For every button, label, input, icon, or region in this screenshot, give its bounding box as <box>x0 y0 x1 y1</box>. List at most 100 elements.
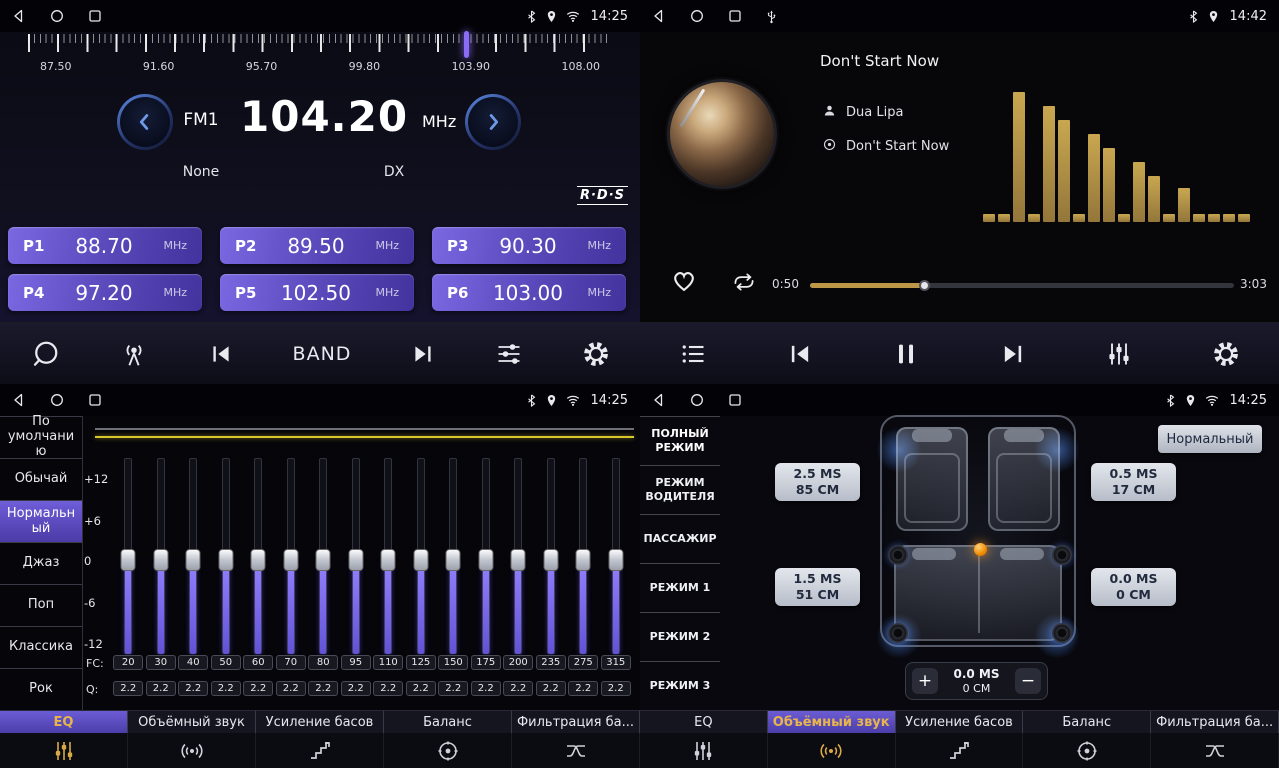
eq-preset-default[interactable]: По умолчанию <box>0 417 82 459</box>
audio-mixer-button[interactable] <box>495 340 523 368</box>
listener-position-dot[interactable] <box>974 543 987 556</box>
back-button[interactable] <box>12 9 26 23</box>
eq-band-slider[interactable] <box>535 458 568 654</box>
tab-eq[interactable]: EQ <box>640 711 768 734</box>
tab-filter[interactable]: Фильтрация ба... <box>512 711 640 734</box>
home-button[interactable] <box>50 393 64 407</box>
equalizer-button[interactable] <box>1105 340 1133 368</box>
speaker-rear-right[interactable] <box>1052 623 1072 643</box>
slider-handle[interactable] <box>186 549 201 571</box>
slider-handle[interactable] <box>283 549 298 571</box>
tab-surround[interactable]: Объёмный звук <box>128 711 256 734</box>
favorite-button[interactable] <box>670 266 698 298</box>
eq-preset-jazz[interactable]: Джаз <box>0 543 82 585</box>
eq-preset-pop[interactable]: Поп <box>0 585 82 627</box>
home-button[interactable] <box>50 9 64 23</box>
preset-button-p1[interactable]: P188.70MHz <box>8 227 202 264</box>
preset-button-p4[interactable]: P497.20MHz <box>8 274 202 311</box>
slider-handle[interactable] <box>608 549 623 571</box>
delay-rear-left-button[interactable]: 1.5 MS51 CM <box>775 568 860 606</box>
eq-band-slider[interactable] <box>112 458 145 654</box>
band-button[interactable]: BAND <box>293 343 352 365</box>
tab-eq-icon-button[interactable] <box>640 733 768 768</box>
slider-handle[interactable] <box>316 549 331 571</box>
mode-3[interactable]: РЕЖИМ 3 <box>640 662 720 711</box>
playlist-button[interactable] <box>679 340 707 368</box>
eq-band-slider[interactable] <box>210 458 243 654</box>
eq-band-slider[interactable] <box>145 458 178 654</box>
eq-band-slider[interactable] <box>372 458 405 654</box>
mode-full[interactable]: ПОЛНЫЙ РЕЖИМ <box>640 417 720 466</box>
recents-button[interactable] <box>728 9 742 23</box>
eq-preset-normal[interactable]: Нормальный <box>0 501 82 543</box>
scan-button[interactable] <box>30 339 60 369</box>
tab-balance-icon-button[interactable] <box>1023 733 1151 768</box>
recents-button[interactable] <box>88 9 102 23</box>
eq-band-slider[interactable] <box>275 458 308 654</box>
eq-band-slider[interactable] <box>242 458 275 654</box>
tab-filter-icon-button[interactable] <box>512 733 640 768</box>
tab-bass-boost[interactable]: Усиление басов <box>256 711 384 734</box>
preset-button-p3[interactable]: P390.30MHz <box>432 227 626 264</box>
slider-handle[interactable] <box>446 549 461 571</box>
home-button[interactable] <box>690 393 704 407</box>
next-station-button[interactable] <box>410 341 436 367</box>
recents-button[interactable] <box>728 393 742 407</box>
pause-button[interactable] <box>892 340 920 368</box>
broadcast-button[interactable] <box>119 339 149 369</box>
mode-passenger[interactable]: ПАССАЖИР <box>640 515 720 564</box>
tab-filter[interactable]: Фильтрация ба... <box>1151 711 1279 734</box>
decrease-delay-button[interactable]: − <box>1015 668 1041 694</box>
tab-bass-boost[interactable]: Усиление басов <box>896 711 1024 734</box>
tab-eq[interactable]: EQ <box>0 711 128 734</box>
next-track-button[interactable] <box>999 340 1027 368</box>
album-art[interactable] <box>667 79 777 189</box>
slider-handle[interactable] <box>121 549 136 571</box>
eq-band-slider[interactable] <box>600 458 633 654</box>
slider-handle[interactable] <box>413 549 428 571</box>
delay-front-left-button[interactable]: 2.5 MS85 CM <box>775 463 860 501</box>
home-button[interactable] <box>690 9 704 23</box>
preset-button-p5[interactable]: P5102.50MHz <box>220 274 414 311</box>
slider-handle[interactable] <box>348 549 363 571</box>
eq-band-slider[interactable] <box>307 458 340 654</box>
delay-front-right-button[interactable]: 0.5 MS17 CM <box>1091 463 1176 501</box>
eq-band-slider[interactable] <box>567 458 600 654</box>
back-button[interactable] <box>12 393 26 407</box>
slider-handle[interactable] <box>251 549 266 571</box>
tab-surround-icon-button[interactable] <box>768 733 896 768</box>
eq-band-slider[interactable] <box>405 458 438 654</box>
slider-handle[interactable] <box>218 549 233 571</box>
slider-handle[interactable] <box>576 549 591 571</box>
tune-down-button[interactable] <box>117 94 173 150</box>
slider-handle[interactable] <box>381 549 396 571</box>
slider-handle[interactable] <box>511 549 526 571</box>
mode-driver[interactable]: РЕЖИМ ВОДИТЕЛЯ <box>640 466 720 515</box>
tab-surround[interactable]: Объёмный звук <box>768 711 896 734</box>
speaker-front-left[interactable] <box>888 545 908 565</box>
tab-bass-boost-icon-button[interactable] <box>256 733 384 768</box>
back-button[interactable] <box>652 9 666 23</box>
delay-rear-right-button[interactable]: 0.0 MS0 CM <box>1091 568 1176 606</box>
eq-preset-custom[interactable]: Обычай <box>0 459 82 501</box>
mode-1[interactable]: РЕЖИМ 1 <box>640 564 720 613</box>
previous-track-button[interactable] <box>786 340 814 368</box>
eq-band-slider[interactable] <box>470 458 503 654</box>
preset-button-p2[interactable]: P289.50MHz <box>220 227 414 264</box>
tune-up-button[interactable] <box>465 94 521 150</box>
back-button[interactable] <box>652 393 666 407</box>
slider-handle[interactable] <box>153 549 168 571</box>
stage-preset-button[interactable]: Нормальный <box>1158 425 1262 453</box>
eq-band-slider[interactable] <box>177 458 210 654</box>
seek-bar[interactable] <box>810 283 1234 288</box>
tab-balance[interactable]: Баланс <box>384 711 512 734</box>
speaker-front-right[interactable] <box>1052 545 1072 565</box>
speaker-rear-left[interactable] <box>888 623 908 643</box>
mode-2[interactable]: РЕЖИМ 2 <box>640 613 720 662</box>
tab-balance-icon-button[interactable] <box>384 733 512 768</box>
tab-bass-boost-icon-button[interactable] <box>896 733 1024 768</box>
previous-station-button[interactable] <box>208 341 234 367</box>
settings-button[interactable] <box>1212 340 1240 368</box>
tab-filter-icon-button[interactable] <box>1151 733 1279 768</box>
tab-eq-icon-button[interactable] <box>0 733 128 768</box>
